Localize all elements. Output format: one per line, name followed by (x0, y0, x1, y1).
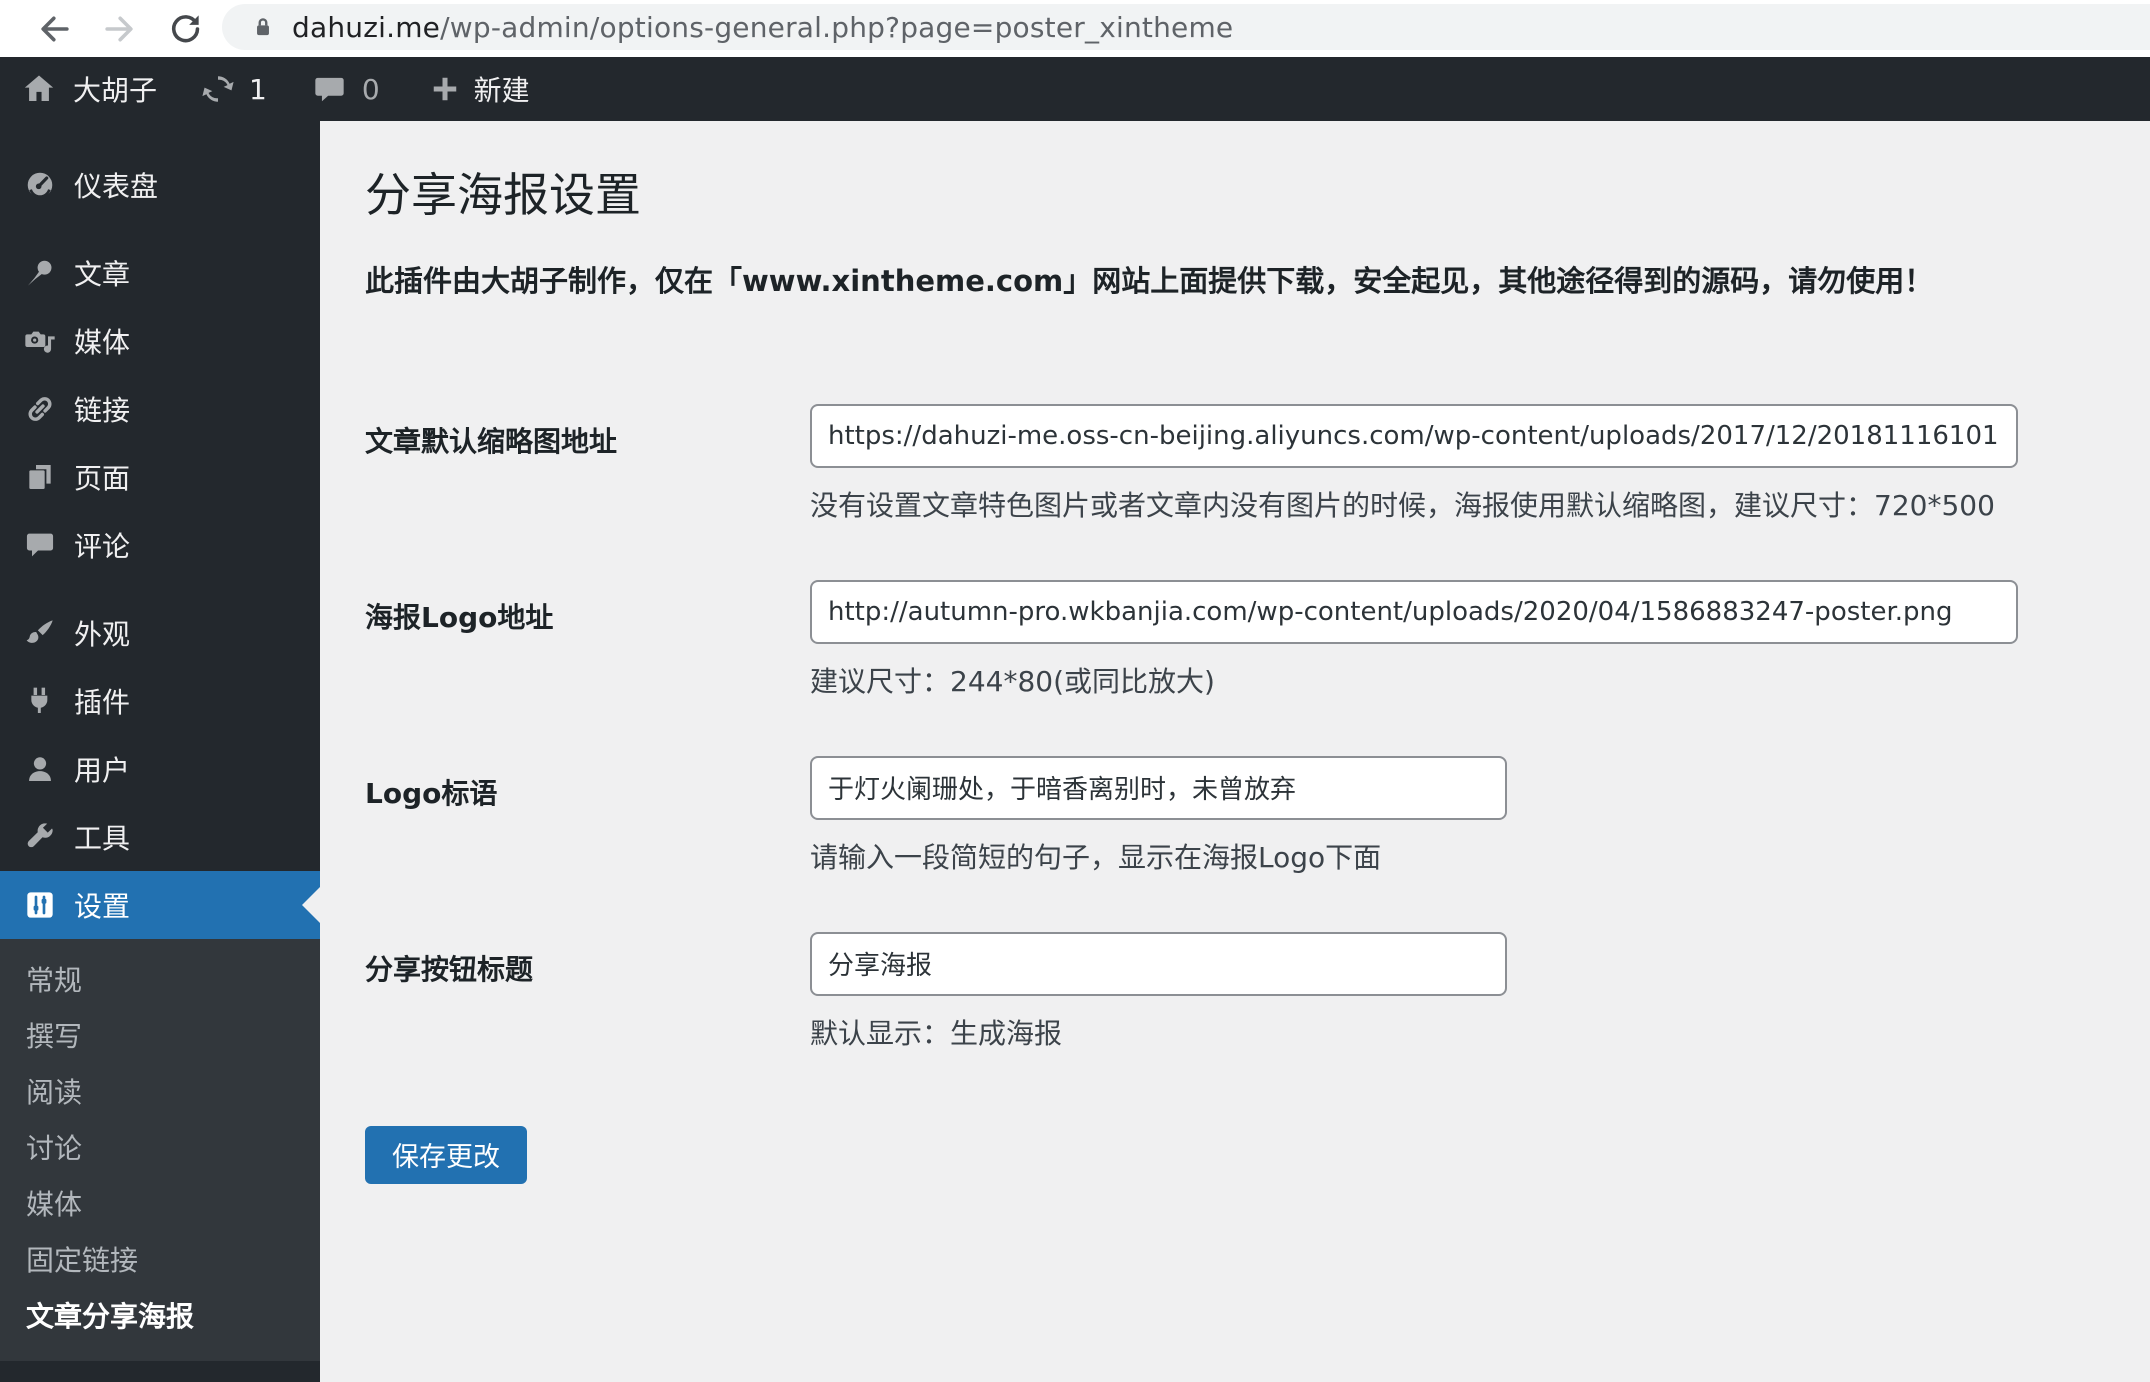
url-host: dahuzi.me (292, 10, 441, 44)
sidebar-item-label: 插件 (74, 686, 131, 719)
updates-icon (201, 72, 235, 106)
comments-icon (313, 73, 346, 106)
browser-back-button[interactable] (36, 10, 74, 48)
sidebar-item-dashboard[interactable]: 仪表盘 (0, 151, 320, 219)
admin-sidebar: 仪表盘 文章 媒体 链接 页面 评论 外观 插件 用户 工具 设置 常规 撰写 … (0, 121, 320, 1382)
main-content: 分享海报设置 此插件由大胡子制作，仅在「www.xintheme.com」网站上… (320, 121, 2150, 1382)
tools-icon (22, 819, 58, 855)
link-icon (22, 391, 58, 427)
plugin-notice: 此插件由大胡子制作，仅在「www.xintheme.com」网站上面提供下载，安… (365, 264, 1934, 299)
home-icon (22, 72, 56, 106)
sidebar-item-appearance[interactable]: 外观 (0, 599, 320, 667)
reload-icon (171, 15, 200, 43)
users-icon (22, 751, 58, 787)
lock-icon (257, 18, 269, 36)
logo-slogan-input[interactable] (810, 755, 1507, 820)
sidebar-item-links[interactable]: 链接 (0, 375, 320, 443)
settings-submenu: 常规 撰写 阅读 讨论 媒体 固定链接 文章分享海报 (0, 939, 320, 1361)
dashboard-icon (22, 167, 58, 203)
pin-icon (22, 255, 58, 291)
sidebar-item-label: 文章 (74, 258, 131, 291)
form-row-logo-url: 海报Logo地址 建议尺寸：244*80(或同比放大) (365, 579, 2110, 700)
forward-icon (105, 16, 133, 42)
url-text: dahuzi.me/wp-admin/options-general.php?p… (292, 11, 1233, 44)
sidebar-item-label: 设置 (74, 890, 131, 923)
browser-toolbar: dahuzi.me/wp-admin/options-general.php?p… (0, 0, 2150, 57)
back-icon (41, 16, 69, 42)
adminbar-site-menu[interactable]: 大胡子 (22, 57, 157, 121)
plus-icon (430, 74, 460, 104)
sidebar-item-label: 评论 (74, 530, 131, 563)
field-help-logo-url: 建议尺寸：244*80(或同比放大) (810, 664, 1215, 698)
save-changes-button[interactable]: 保存更改 (365, 1125, 527, 1184)
submenu-item-media[interactable]: 媒体 (0, 1177, 320, 1233)
adminbar-comments-count: 0 (361, 72, 380, 106)
sidebar-item-pages[interactable]: 页面 (0, 443, 320, 511)
settings-icon (22, 887, 58, 923)
share-button-title-input[interactable] (810, 931, 1507, 996)
field-help-logo-slogan: 请输入一段简短的句子，显示在海报Logo下面 (810, 840, 1382, 874)
url-path: /wp-admin/options-general.php?page=poste… (440, 10, 1234, 44)
field-label-logo-url: 海报Logo地址 (365, 600, 554, 634)
media-icon (22, 323, 58, 359)
adminbar-new[interactable]: 新建 (430, 57, 530, 121)
sidebar-item-label: 媒体 (74, 326, 131, 359)
adminbar-comments[interactable]: 0 (313, 57, 380, 121)
field-label-thumbnail-url: 文章默认缩略图地址 (365, 424, 618, 458)
plugins-icon (22, 683, 58, 719)
page-title: 分享海报设置 (365, 168, 641, 222)
sidebar-item-media[interactable]: 媒体 (0, 307, 320, 375)
submenu-item-permalinks[interactable]: 固定链接 (0, 1233, 320, 1289)
sidebar-item-settings[interactable]: 设置 (0, 871, 320, 939)
submenu-item-discussion[interactable]: 讨论 (0, 1121, 320, 1177)
thumbnail-url-input[interactable] (810, 403, 2018, 468)
sidebar-item-label: 链接 (74, 394, 131, 427)
sidebar-item-label: 用户 (74, 754, 131, 787)
logo-url-input[interactable] (810, 579, 2018, 644)
browser-reload-button[interactable] (166, 10, 204, 48)
submenu-item-reading[interactable]: 阅读 (0, 1065, 320, 1121)
form-row-logo-slogan: Logo标语 请输入一段简短的句子，显示在海报Logo下面 (365, 755, 2110, 876)
field-label-logo-slogan: Logo标语 (365, 776, 498, 810)
sidebar-item-label: 工具 (74, 822, 131, 855)
sidebar-item-comments[interactable]: 评论 (0, 511, 320, 579)
submenu-item-general[interactable]: 常规 (0, 953, 320, 1009)
comments-bubble-icon (22, 527, 58, 563)
sidebar-item-tools[interactable]: 工具 (0, 803, 320, 871)
address-bar[interactable]: dahuzi.me/wp-admin/options-general.php?p… (222, 4, 2150, 50)
submenu-item-writing[interactable]: 撰写 (0, 1009, 320, 1065)
submenu-item-share-poster[interactable]: 文章分享海报 (0, 1289, 320, 1345)
wp-admin-bar: 大胡子 1 0 新建 (0, 57, 2150, 121)
sidebar-item-plugins[interactable]: 插件 (0, 667, 320, 735)
admin-menu: 仪表盘 文章 媒体 链接 页面 评论 外观 插件 用户 工具 设置 常规 撰写 … (0, 121, 320, 1361)
adminbar-updates[interactable]: 1 (201, 57, 267, 121)
sidebar-item-label: 页面 (74, 462, 131, 495)
field-help-thumbnail-url: 没有设置文章特色图片或者文章内没有图片的时候，海报使用默认缩略图，建议尺寸：72… (810, 488, 1995, 522)
sidebar-item-label: 外观 (74, 618, 131, 651)
field-label-share-button-title: 分享按钮标题 (365, 952, 534, 986)
browser-forward-button[interactable] (100, 10, 138, 48)
field-help-share-button-title: 默认显示：生成海报 (810, 1016, 1063, 1050)
sidebar-item-posts[interactable]: 文章 (0, 239, 320, 307)
adminbar-updates-count: 1 (249, 72, 267, 106)
sidebar-item-label: 仪表盘 (74, 170, 159, 203)
screen: dahuzi.me/wp-admin/options-general.php?p… (0, 0, 2150, 1382)
adminbar-site-name: 大胡子 (73, 74, 158, 107)
sidebar-item-users[interactable]: 用户 (0, 735, 320, 803)
pages-icon (22, 459, 58, 495)
appearance-icon (22, 615, 58, 651)
form-row-share-button-title: 分享按钮标题 默认显示：生成海报 (365, 931, 2110, 1052)
form-row-thumbnail-url: 文章默认缩略图地址 没有设置文章特色图片或者文章内没有图片的时候，海报使用默认缩… (365, 403, 2110, 524)
adminbar-new-label: 新建 (473, 74, 530, 107)
